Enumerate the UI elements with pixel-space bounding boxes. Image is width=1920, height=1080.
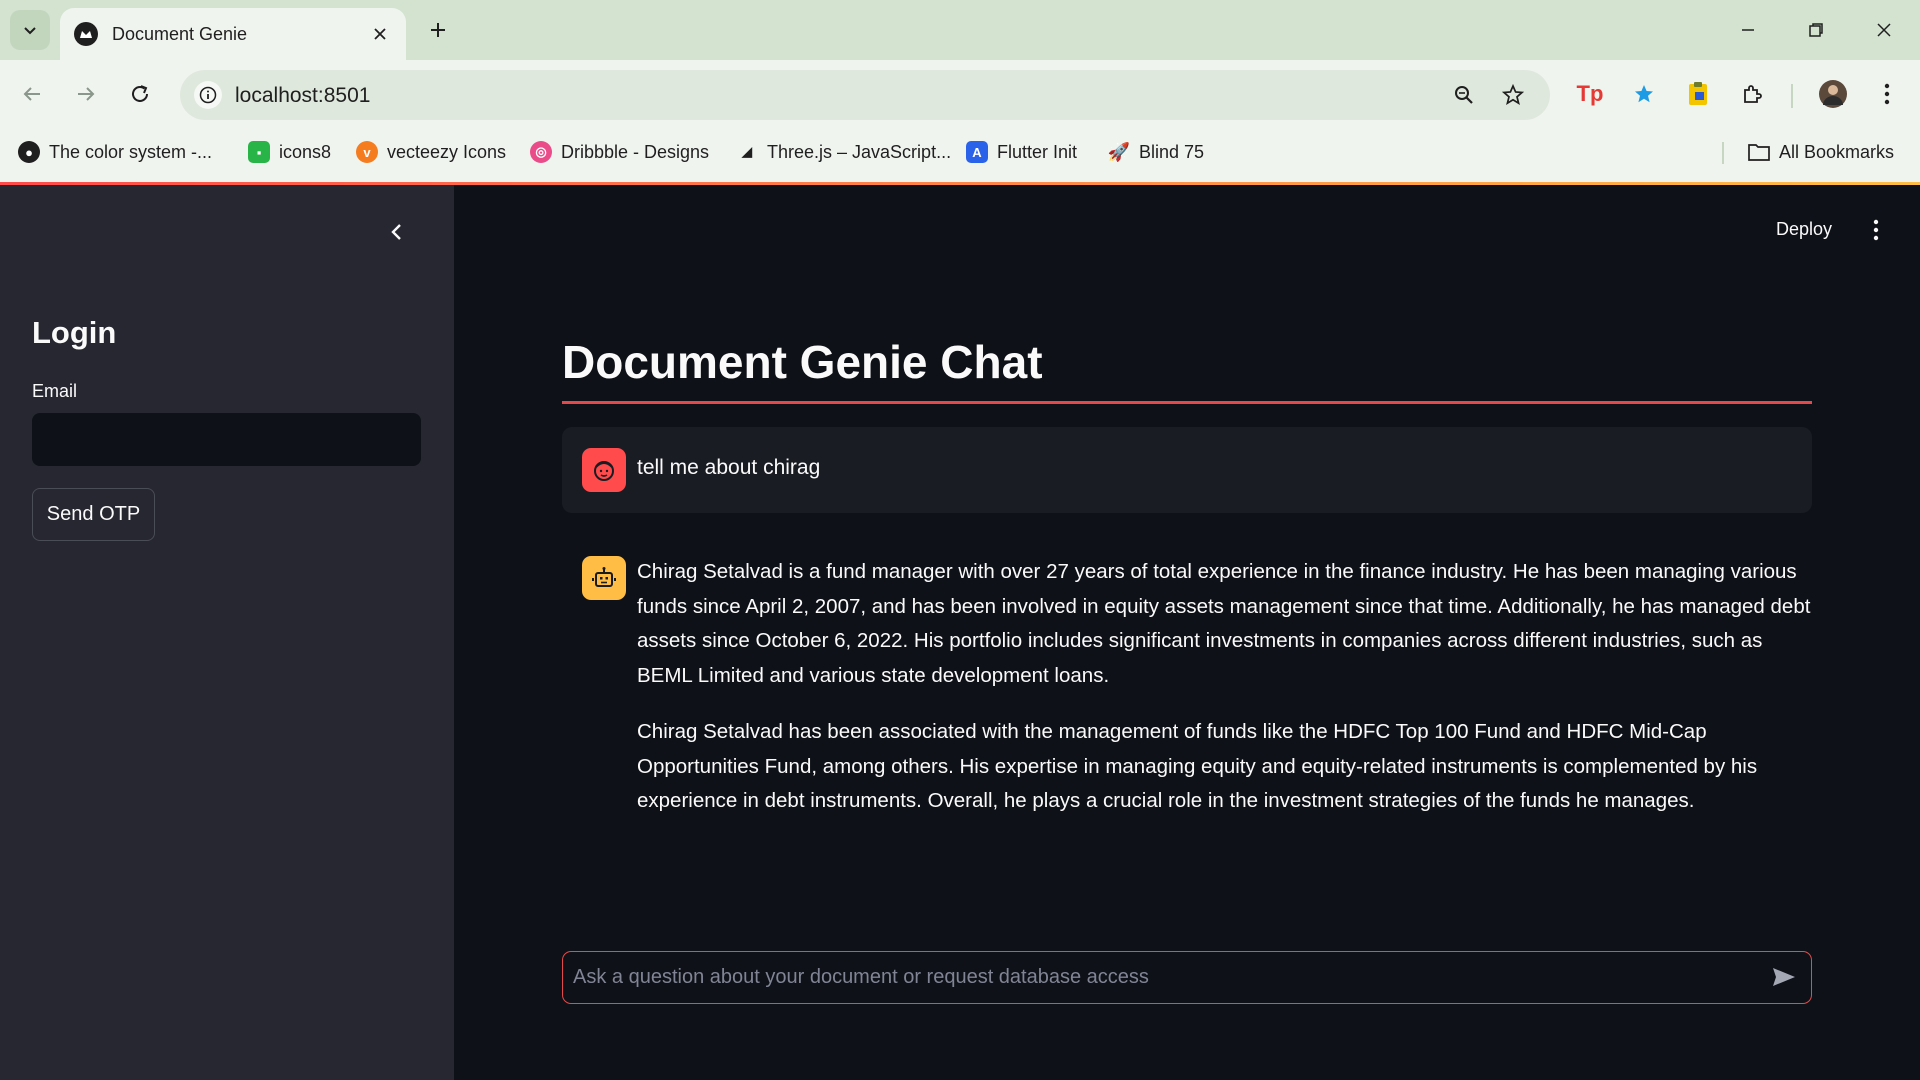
clipboard-extension-icon[interactable] (1678, 74, 1718, 114)
minimize-button[interactable] (1726, 10, 1770, 50)
plus-icon (431, 23, 445, 37)
sidebar: Login Email Send OTP (0, 185, 454, 1080)
bookmarks-bar: ● The color system -... ▪ icons8 v vecte… (0, 130, 1920, 170)
all-bookmarks-label: All Bookmarks (1779, 141, 1895, 162)
profile-avatar[interactable] (1813, 74, 1853, 114)
email-field[interactable] (32, 413, 421, 466)
bookmark-label: icons8 (279, 141, 332, 162)
deploy-button[interactable]: Deploy (1776, 219, 1832, 240)
arrow-left-icon (23, 87, 40, 101)
reload-icon (132, 85, 148, 102)
assistant-chat-message: Chirag Setalvad is a fund manager with o… (637, 555, 1815, 840)
user-message-text: tell me about chirag (637, 456, 821, 479)
login-heading: Login (32, 315, 117, 350)
chat-input[interactable] (573, 952, 1753, 1002)
tab-title: Document Genie (112, 23, 248, 44)
chat-input-container (562, 951, 1812, 1004)
site-info-icon[interactable] (194, 81, 222, 109)
page-title: Document Genie Chat (562, 336, 1043, 388)
tp-extension-icon[interactable]: Tp (1570, 74, 1610, 114)
bookmark-label: Blind 75 (1139, 141, 1205, 162)
bookmark-vecteezy[interactable]: v vecteezy Icons (356, 138, 506, 166)
send-otp-button[interactable]: Send OTP (32, 488, 155, 541)
threejs-icon: ◢ (742, 144, 752, 159)
bookmark-threejs[interactable]: ◢ Three.js – JavaScript... (736, 138, 951, 166)
bookmark-icons8[interactable]: ▪ icons8 (248, 138, 331, 166)
send-button[interactable] (1769, 963, 1799, 991)
close-window-button[interactable] (1862, 10, 1906, 50)
bookmark-flutter-init[interactable]: A Flutter Init (966, 138, 1077, 166)
collapse-sidebar-button[interactable] (384, 219, 410, 245)
user-avatar-icon (582, 448, 626, 492)
assistant-message-paragraph: Chirag Setalvad has been associated with… (637, 719, 1758, 813)
folder-icon (1748, 141, 1770, 163)
title-divider (562, 401, 1812, 404)
toolbar-divider (1791, 84, 1793, 108)
url-text: localhost:8501 (235, 84, 371, 107)
back-button[interactable] (12, 74, 52, 114)
browser-tabbar: Document Genie (0, 0, 1920, 60)
zoom-icon[interactable] (1450, 81, 1478, 109)
rocket-icon: 🚀 (1107, 141, 1131, 162)
bookmark-label: The color system -... (49, 141, 213, 162)
user-chat-message: tell me about chirag (562, 427, 1812, 513)
address-bar[interactable]: localhost:8501 (180, 70, 1550, 120)
browser-menu-icon[interactable] (1867, 74, 1907, 114)
bookmark-dribbble[interactable]: ◎ Dribbble - Designs (530, 138, 709, 166)
bookmark-label: Dribbble - Designs (561, 141, 710, 162)
minimize-icon (1742, 29, 1754, 31)
forward-button[interactable] (66, 74, 106, 114)
icons8-icon: ▪ (248, 141, 270, 163)
bookmark-label: vecteezy Icons (387, 141, 507, 162)
chevron-down-icon (24, 27, 36, 35)
github-icon: ● (18, 141, 40, 163)
bookmark-star-icon[interactable] (1499, 81, 1527, 109)
chevron-left-icon (391, 224, 401, 240)
bookmark-label: Flutter Init (997, 141, 1078, 162)
arrow-right-icon (78, 87, 95, 101)
close-icon (1877, 23, 1891, 37)
assistant-avatar-icon (582, 556, 626, 600)
main-content: Deploy Document Genie Chat tell me about… (454, 185, 1920, 1080)
streamlit-favicon-icon (74, 22, 98, 46)
extensions-puzzle-icon[interactable] (1732, 74, 1772, 114)
app-menu-icon[interactable] (1864, 215, 1888, 245)
close-tab-icon[interactable] (368, 22, 392, 46)
vecteezy-icon: v (356, 141, 378, 163)
send-icon (1773, 968, 1795, 986)
dribbble-icon: ◎ (530, 141, 552, 163)
new-tab-button[interactable] (422, 14, 454, 46)
star-extension-icon[interactable] (1624, 74, 1664, 114)
tab-search-button[interactable] (10, 10, 50, 50)
bookmarks-divider (1722, 142, 1724, 164)
flutter-icon: A (966, 141, 988, 163)
bookmark-label: Three.js – JavaScript... (767, 141, 952, 162)
assistant-message-paragraph: Chirag Setalvad is a fund manager with o… (637, 560, 1811, 688)
bookmark-blind-75[interactable]: 🚀 Blind 75 (1108, 138, 1204, 166)
reload-button[interactable] (120, 74, 160, 114)
browser-tab-active[interactable]: Document Genie (60, 8, 406, 60)
all-bookmarks-button[interactable]: All Bookmarks (1748, 138, 1894, 166)
restore-button[interactable] (1794, 10, 1838, 50)
browser-toolbar: localhost:8501 Tp ● The color system -..… (0, 60, 1920, 188)
email-label: Email (32, 381, 78, 401)
bookmark-color-system[interactable]: ● The color system -... (18, 138, 212, 166)
restore-icon (1809, 23, 1823, 37)
